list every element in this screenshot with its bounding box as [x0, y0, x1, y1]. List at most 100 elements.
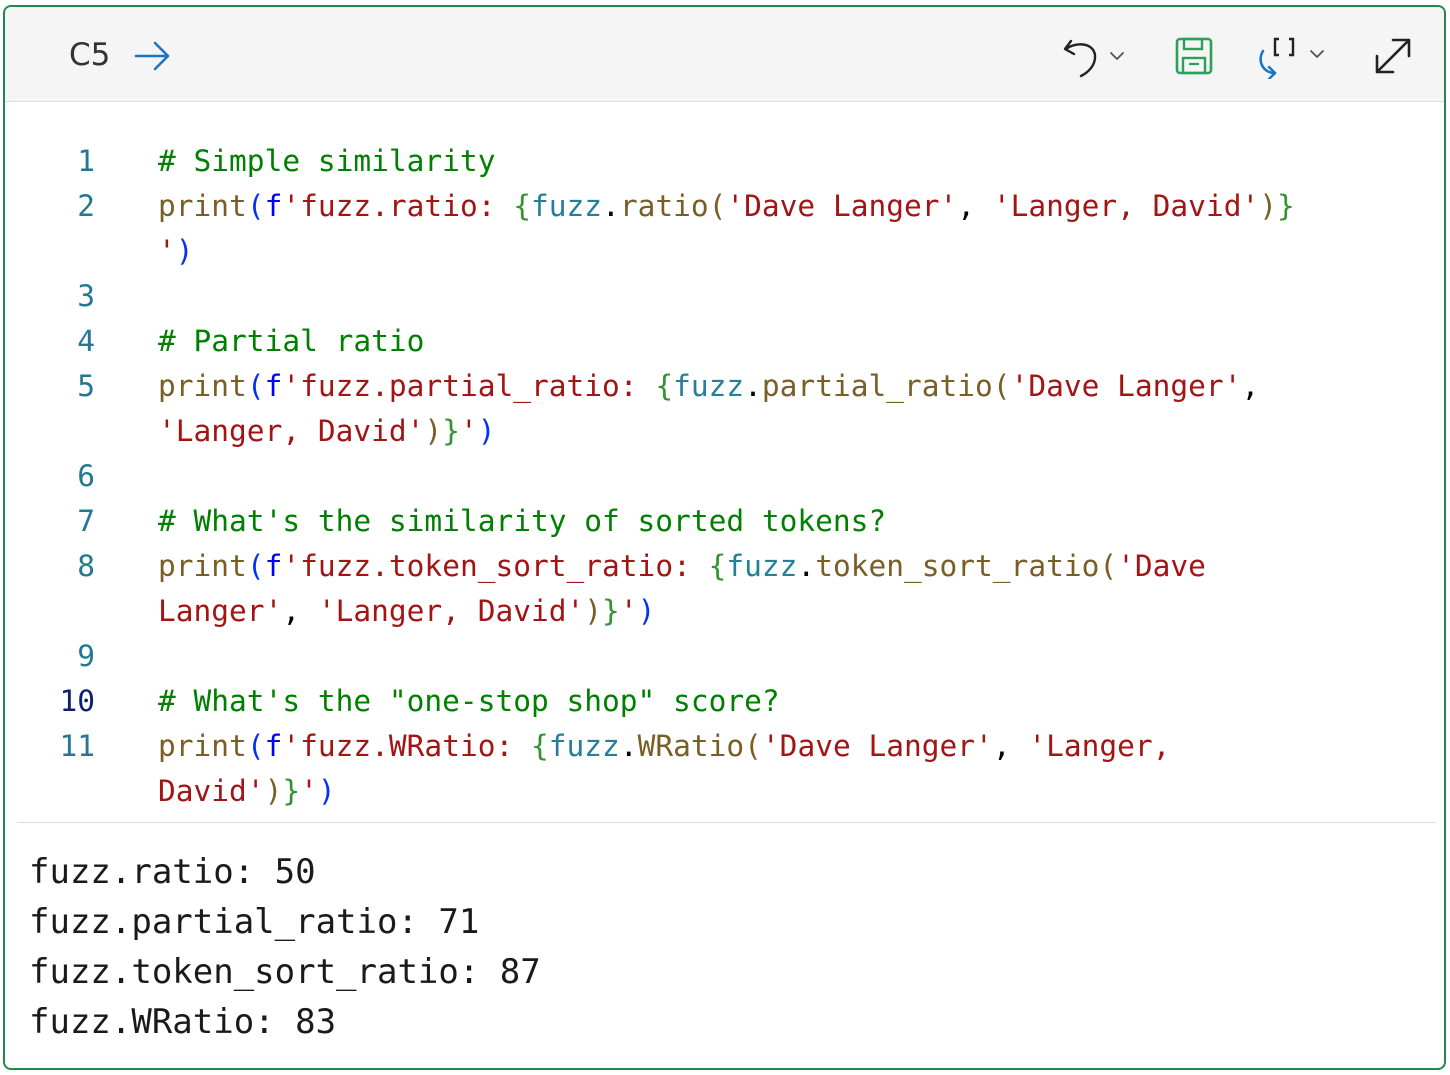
code-token: fuzz: [548, 729, 620, 763]
line-number: 11: [59, 729, 95, 763]
code-token: ): [424, 414, 443, 448]
code-token: 'Dave Langer': [726, 189, 958, 223]
run-mode-button[interactable]: [1253, 33, 1333, 79]
code-token: ): [175, 234, 194, 268]
code-line[interactable]: 1 # Simple similarity: [5, 139, 1444, 184]
code-token: token_sort_ratio: [815, 549, 1100, 583]
code-token: f: [264, 729, 283, 763]
code-token: Langer': [158, 594, 283, 628]
code-text: # Partial ratio: [158, 319, 424, 364]
code-text: # Simple similarity: [158, 139, 495, 184]
code-token: ,: [282, 594, 318, 628]
code-token: ,: [992, 729, 1029, 763]
code-token: (: [246, 729, 265, 763]
code-token: }: [282, 774, 301, 808]
code-line[interactable]: 10 # What's the "one-stop shop" score?: [5, 679, 1444, 724]
code-token: ): [477, 414, 496, 448]
refresh-bracket-icon: [1259, 37, 1324, 79]
line-number: 5: [77, 369, 95, 403]
code-token: (: [992, 369, 1011, 403]
code-editor[interactable]: 1 # Simple similarity 2 print(f'fuzz.ratio:…: [5, 139, 1444, 814]
code-text: print(f'fuzz.ratio: {fuzz.ratio('Dave La…: [158, 184, 1295, 229]
code-token: print: [158, 369, 247, 403]
code-line[interactable]: Langer', 'Langer, David')}'): [5, 589, 1444, 634]
code-line[interactable]: 4 # Partial ratio: [5, 319, 1444, 364]
code-token: 'fuzz.partial_ratio:: [282, 369, 656, 403]
code-token: ratio: [619, 189, 709, 223]
code-token: partial_ratio: [761, 369, 993, 403]
code-token: (: [246, 189, 265, 223]
chevron-down-icon: [1110, 52, 1124, 60]
code-token: }: [442, 414, 460, 448]
code-line[interactable]: 11 print(f'fuzz.WRatio: {fuzz.WRatio('Dav…: [5, 724, 1444, 769]
code-token: 'fuzz.ratio:: [282, 189, 514, 223]
code-line[interactable]: 6: [5, 454, 1444, 499]
code-line[interactable]: 7 # What's the similarity of sorted token…: [5, 499, 1444, 544]
code-line[interactable]: 'Langer, David')}'): [5, 409, 1444, 454]
line-number: 6: [77, 459, 95, 493]
code-token: {: [655, 369, 674, 403]
code-token: David': [158, 774, 265, 808]
code-token: # Simple similarity: [158, 144, 496, 178]
line-number: 2: [77, 189, 95, 223]
code-token: }: [1277, 189, 1295, 223]
python-cell[interactable]: C5 1 # Simple similarity 2 print(f'fuzz.…: [3, 5, 1446, 1070]
output-line: fuzz.ratio: 50: [29, 852, 316, 892]
code-token: }: [602, 594, 620, 628]
code-line[interactable]: 3: [5, 274, 1444, 319]
code-text: # What's the "one-stop shop" score?: [158, 679, 780, 724]
code-line[interactable]: 2 print(f'fuzz.ratio: {fuzz.ratio('Dave L…: [5, 184, 1444, 229]
arrow-right-icon[interactable]: [133, 33, 173, 79]
code-token: f: [264, 369, 283, 403]
expand-icon[interactable]: [1371, 33, 1415, 79]
code-line[interactable]: '): [5, 229, 1444, 274]
code-token: ): [317, 774, 336, 808]
code-token: 'Langer, David': [317, 594, 585, 628]
code-token: print: [158, 189, 247, 223]
cell-output: fuzz.ratio: 50 fuzz.partial_ratio: 71 fuzz…: [29, 847, 541, 1047]
output-line: fuzz.token_sort_ratio: 87: [29, 952, 541, 992]
code-token: (: [744, 729, 762, 763]
code-text: print(f'fuzz.partial_ratio: {fuzz.partia…: [158, 364, 1259, 409]
output-line: fuzz.WRatio: 83: [29, 1002, 337, 1042]
code-token: ): [264, 774, 283, 808]
code-token: 'Dave Langer': [1010, 369, 1242, 403]
save-icon[interactable]: [1173, 33, 1215, 79]
code-token: f: [264, 549, 283, 583]
line-number: 1: [77, 144, 95, 178]
code-token: {: [513, 189, 531, 223]
line-number: 9: [77, 639, 95, 673]
code-token: # Partial ratio: [158, 324, 425, 358]
code-token: ): [584, 594, 603, 628]
code-token: WRatio: [637, 729, 745, 763]
code-token: ,: [1241, 369, 1260, 403]
code-token: (: [708, 189, 727, 223]
code-text: Langer', 'Langer, David')}'): [158, 589, 655, 634]
line-number: 4: [77, 324, 95, 358]
code-token: f: [264, 189, 283, 223]
code-token: ': [300, 774, 318, 808]
code-token: ): [637, 594, 656, 628]
code-token: {: [531, 729, 549, 763]
code-token: (: [1099, 549, 1118, 583]
code-token: ': [158, 234, 176, 268]
code-line[interactable]: 5 print(f'fuzz.partial_ratio: {fuzz.parti…: [5, 364, 1444, 409]
code-text: 'Langer, David')}'): [158, 409, 495, 454]
undo-button[interactable]: [1059, 33, 1131, 79]
output-line: fuzz.partial_ratio: 71: [29, 902, 480, 942]
code-text: print(f'fuzz.WRatio: {fuzz.WRatio('Dave …: [158, 724, 1170, 769]
code-token: 'Langer, David': [158, 414, 425, 448]
code-token: .: [619, 729, 638, 763]
undo-icon: [1063, 39, 1124, 78]
code-text: print(f'fuzz.token_sort_ratio: {fuzz.tok…: [158, 544, 1206, 589]
code-line[interactable]: 9: [5, 634, 1444, 679]
code-line[interactable]: David')}'): [5, 769, 1444, 814]
code-token: print: [158, 729, 247, 763]
code-token: 'Langer, David': [992, 189, 1260, 223]
line-number: 8: [77, 549, 95, 583]
code-line[interactable]: 8 print(f'fuzz.token_sort_ratio: {fuzz.to…: [5, 544, 1444, 589]
code-text: # What's the similarity of sorted tokens…: [158, 499, 886, 544]
cell-toolbar: C5: [5, 7, 1444, 102]
code-token: (: [246, 549, 265, 583]
code-token: 'fuzz.WRatio:: [282, 729, 531, 763]
